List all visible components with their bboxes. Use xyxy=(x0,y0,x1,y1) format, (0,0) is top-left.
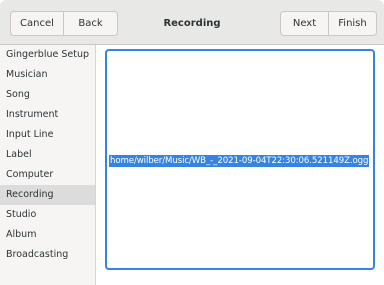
sidebar-item-computer[interactable]: Computer xyxy=(0,165,95,185)
next-button[interactable]: Next xyxy=(280,11,329,36)
sidebar-item-musician[interactable]: Musician xyxy=(0,65,95,85)
sidebar-item-broadcasting[interactable]: Broadcasting xyxy=(0,245,95,265)
back-button[interactable]: Back xyxy=(64,11,118,36)
assistant-window: Cancel Back Recording Next Finish Ginger… xyxy=(0,0,384,285)
sidebar-item-label[interactable]: Label xyxy=(0,145,95,165)
sidebar: Gingerblue Setup Musician Song Instrumen… xyxy=(0,45,96,285)
recording-page: home/wilber/Music/WB_-_2021-09-04T22:30:… xyxy=(97,45,384,285)
sidebar-item-recording[interactable]: Recording xyxy=(0,185,95,205)
recording-path-text[interactable]: home/wilber/Music/WB_-_2021-09-04T22:30:… xyxy=(109,155,370,167)
sidebar-item-song[interactable]: Song xyxy=(0,85,95,105)
finish-button[interactable]: Finish xyxy=(329,11,377,36)
sidebar-item-studio[interactable]: Studio xyxy=(0,205,95,225)
sidebar-item-instrument[interactable]: Instrument xyxy=(0,105,95,125)
sidebar-item-album[interactable]: Album xyxy=(0,225,95,245)
recording-path-textview[interactable]: home/wilber/Music/WB_-_2021-09-04T22:30:… xyxy=(105,49,375,270)
cancel-button[interactable]: Cancel xyxy=(10,11,64,36)
sidebar-item-input-line[interactable]: Input Line xyxy=(0,125,95,145)
sidebar-item-gingerblue-setup[interactable]: Gingerblue Setup xyxy=(0,45,95,65)
header-bar: Cancel Back Recording Next Finish xyxy=(0,0,384,45)
